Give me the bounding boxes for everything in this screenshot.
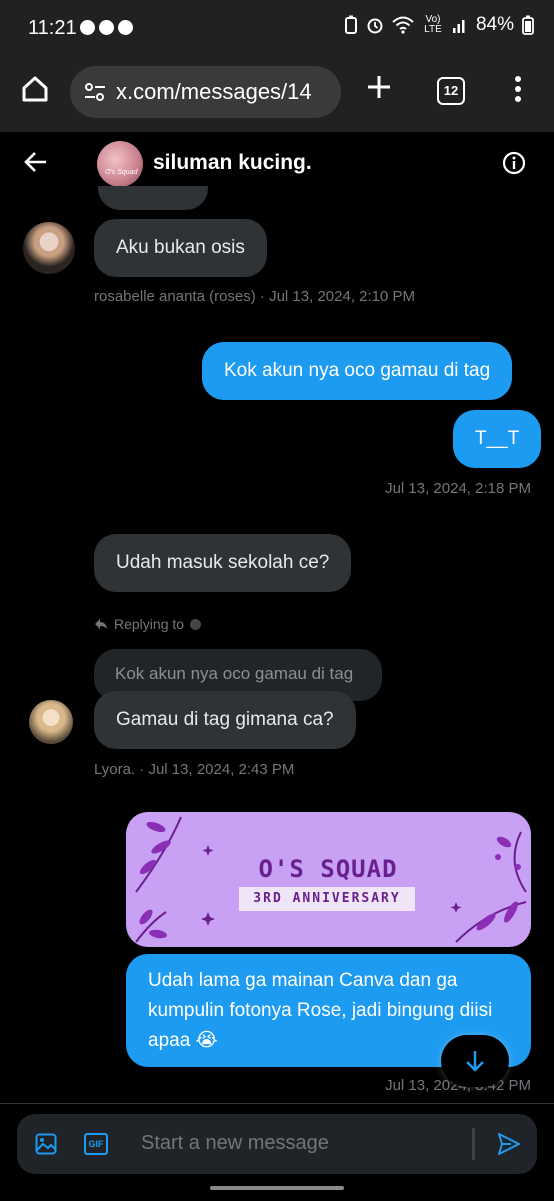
status-bar: 11:21 Vo) LTE 84% bbox=[0, 0, 554, 62]
chat-bubble-icon bbox=[118, 20, 133, 35]
message-meta: Lyora. · Jul 13, 2024, 2:43 PM bbox=[94, 761, 295, 778]
gif-button[interactable]: GIF bbox=[84, 1133, 108, 1155]
site-settings-icon[interactable] bbox=[84, 82, 106, 102]
browser-toolbar: x.com/messages/14 12 bbox=[0, 62, 554, 132]
card-banner: O'S SQUAD 3RD ANNIVERSARY bbox=[233, 855, 423, 911]
battery-icon bbox=[522, 15, 534, 35]
send-icon[interactable] bbox=[497, 1132, 521, 1156]
tab-switcher-button[interactable]: 12 bbox=[437, 77, 465, 105]
conversation-header: O's Squad siluman kucing. bbox=[0, 132, 554, 194]
wifi-icon bbox=[392, 16, 414, 34]
alarm-icon bbox=[367, 18, 383, 34]
incoming-message[interactable]: Gamau di tag gimana ca? bbox=[94, 691, 356, 749]
arrow-down-icon bbox=[466, 1051, 484, 1072]
composer-divider bbox=[472, 1128, 475, 1160]
line-app-icon bbox=[80, 20, 95, 35]
sender-avatar[interactable] bbox=[29, 700, 73, 744]
signal-icon bbox=[452, 20, 465, 33]
volte-label: Vo) LTE bbox=[424, 14, 442, 35]
new-tab-icon[interactable] bbox=[364, 72, 394, 102]
replying-to-text: Replying to bbox=[114, 616, 185, 632]
message-input[interactable]: Start a new message bbox=[141, 1132, 329, 1155]
battery-percent: 84% bbox=[475, 14, 514, 35]
group-avatar[interactable]: O's Squad bbox=[97, 141, 143, 187]
outgoing-message[interactable]: Kok akun nya oco gamau di tag bbox=[202, 342, 513, 400]
back-arrow-icon[interactable] bbox=[24, 151, 48, 173]
system-icons: Vo) LTE 84% bbox=[344, 14, 534, 36]
card-subtitle: 3RD ANNIVERSARY bbox=[239, 887, 415, 911]
conversation-title[interactable]: siluman kucing. bbox=[153, 151, 312, 175]
whatsapp-icon bbox=[99, 20, 114, 35]
previous-message-bubble bbox=[98, 186, 208, 210]
replying-to-label: Replying to bbox=[94, 616, 202, 632]
status-time: 11:21 bbox=[28, 17, 77, 39]
notification-icons bbox=[80, 20, 133, 35]
bomb-emoji-icon bbox=[190, 618, 202, 630]
message-meta: rosabelle ananta (roses) · Jul 13, 2024,… bbox=[94, 288, 416, 305]
image-attachment[interactable]: O'S SQUAD 3RD ANNIVERSARY bbox=[126, 812, 531, 947]
battery-saver-icon bbox=[344, 15, 357, 34]
composer-box: GIF Start a new message bbox=[17, 1114, 537, 1174]
incoming-message[interactable]: Aku bukan osis bbox=[94, 219, 267, 277]
reply-arrow-icon bbox=[95, 619, 107, 629]
outgoing-message[interactable]: T__T bbox=[453, 410, 542, 468]
url-text[interactable]: x.com/messages/14 bbox=[116, 79, 336, 105]
message-meta: Jul 13, 2024, 2:18 PM bbox=[385, 480, 531, 497]
sender-avatar[interactable] bbox=[23, 222, 75, 274]
address-bar[interactable]: x.com/messages/14 bbox=[70, 66, 341, 118]
home-icon[interactable] bbox=[20, 74, 50, 104]
card-title: O'S SQUAD bbox=[258, 855, 398, 883]
gesture-bar[interactable] bbox=[210, 1186, 344, 1190]
more-menu-icon[interactable] bbox=[508, 74, 528, 104]
quoted-text: Kok akun nya oco gamau di tag bbox=[115, 664, 354, 683]
image-icon[interactable] bbox=[35, 1133, 57, 1155]
info-icon[interactable] bbox=[502, 151, 526, 175]
scroll-to-bottom-button[interactable] bbox=[441, 1035, 509, 1087]
group-avatar-caption: O's Squad bbox=[105, 169, 138, 176]
incoming-message[interactable]: Udah masuk sekolah ce? bbox=[94, 534, 352, 592]
